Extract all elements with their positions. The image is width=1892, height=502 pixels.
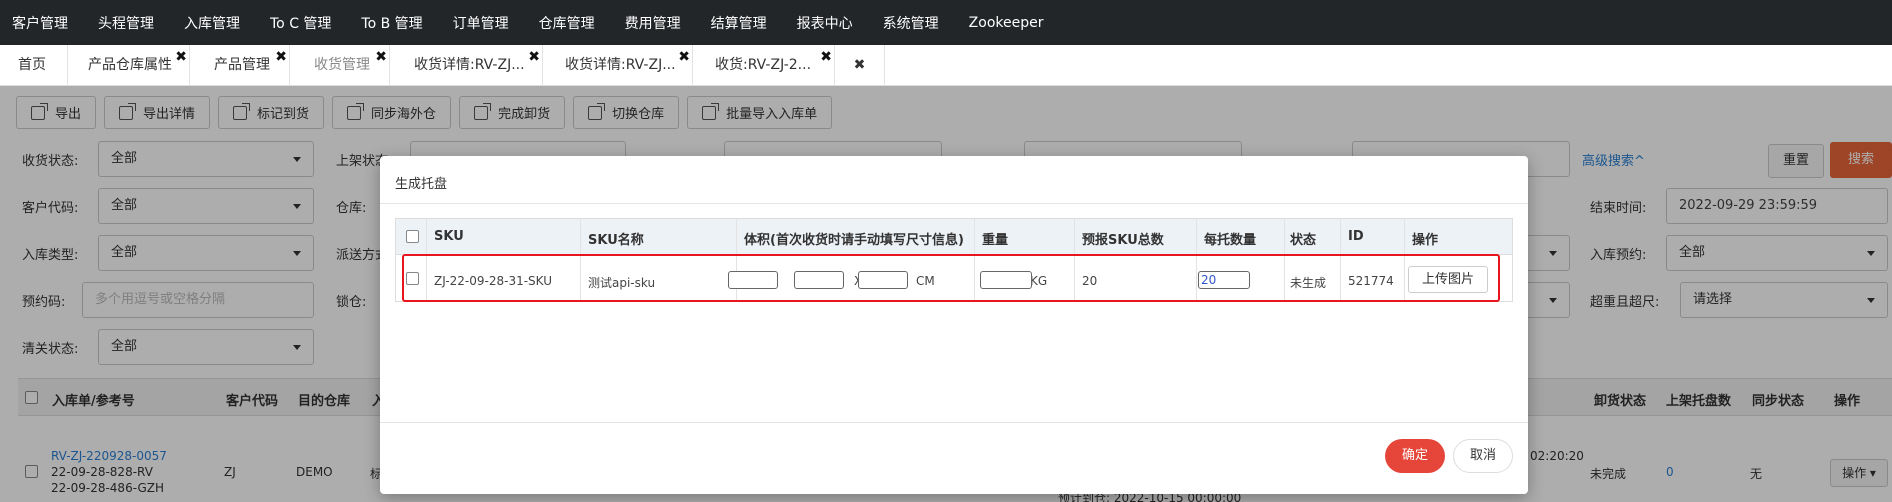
col-weight: 重量 xyxy=(982,233,1009,248)
col-per-pallet: 每托数量 xyxy=(1204,233,1257,248)
tab-receive-manage[interactable]: 收货管理 ✖ xyxy=(290,45,390,86)
tab-receive-detail-2[interactable]: 收货详情:RV-ZJ... ✖ xyxy=(543,45,693,86)
select-all-checkbox[interactable] xyxy=(406,230,419,243)
tab-label: 收货管理 xyxy=(314,57,370,73)
col-sku: SKU xyxy=(434,229,464,244)
close-icon[interactable]: ✖ xyxy=(175,37,187,78)
highlight-box xyxy=(402,254,1500,302)
nav-inbound[interactable]: 入库管理 xyxy=(184,13,240,33)
nav-first-leg[interactable]: 头程管理 xyxy=(98,13,154,33)
tab-label: 产品管理 xyxy=(214,57,270,73)
close-icon[interactable]: ✖ xyxy=(678,37,690,78)
col-volume: 体积(首次收货时请手动填写尺寸信息) xyxy=(744,233,964,248)
nav-settlement[interactable]: 结算管理 xyxy=(711,13,767,33)
close-icon[interactable]: ✖ xyxy=(375,37,387,78)
modal-title: 生成托盘 xyxy=(395,177,448,192)
tab-label: 收货:RV-ZJ-2... xyxy=(715,57,812,73)
generate-pallet-modal: 生成托盘 SKU SKU名称 体积(首次收货时请手动填写尺寸信息) 重量 预报S… xyxy=(380,156,1528,494)
tab-bar: 首页 产品仓库属性 ✖ 产品管理 ✖ 收货管理 ✖ 收货详情:RV-ZJ... ✖ 收货… xyxy=(0,45,1892,86)
nav-fees[interactable]: 费用管理 xyxy=(625,13,681,33)
modal-footer-divider xyxy=(380,422,1528,423)
col-operation: 操作 xyxy=(1412,233,1439,248)
tab-label: 收货详情:RV-ZJ... xyxy=(414,57,525,73)
nav-tob[interactable]: To B 管理 xyxy=(361,13,422,33)
col-status: 状态 xyxy=(1290,233,1317,248)
nav-reports[interactable]: 报表中心 xyxy=(797,13,853,33)
tab-home[interactable]: 首页 xyxy=(0,45,68,86)
cancel-button[interactable]: 取消 xyxy=(1453,439,1513,473)
close-icon[interactable]: ✖ xyxy=(275,37,287,78)
col-sku-name: SKU名称 xyxy=(588,233,644,248)
confirm-button[interactable]: 确定 xyxy=(1385,439,1445,473)
tab-label: 产品仓库属性 xyxy=(88,57,172,73)
tab-receive-detail-1[interactable]: 收货详情:RV-ZJ... ✖ xyxy=(390,45,543,86)
tab-receive[interactable]: 收货:RV-ZJ-2... ✖ xyxy=(693,45,835,86)
nav-orders[interactable]: 订单管理 xyxy=(453,13,509,33)
nav-customer[interactable]: 客户管理 xyxy=(12,13,68,33)
nav-toc[interactable]: To C 管理 xyxy=(270,13,331,33)
tab-product-manage[interactable]: 产品管理 ✖ xyxy=(190,45,290,86)
col-id: ID xyxy=(1348,229,1364,244)
nav-warehouse[interactable]: 仓库管理 xyxy=(539,13,595,33)
close-icon[interactable]: ✖ xyxy=(528,37,540,78)
tab-label: 收货详情:RV-ZJ... xyxy=(565,57,676,73)
tab-label: 首页 xyxy=(18,57,46,73)
close-icon[interactable]: ✖ xyxy=(820,37,832,78)
nav-zookeeper[interactable]: Zookeeper xyxy=(969,15,1044,31)
tab-product-warehouse-attr[interactable]: 产品仓库属性 ✖ xyxy=(68,45,190,86)
close-all-tabs-icon[interactable]: ✖ xyxy=(835,45,885,86)
nav-system[interactable]: 系统管理 xyxy=(883,13,939,33)
col-forecast-total: 预报SKU总数 xyxy=(1082,233,1164,248)
modal-header: 生成托盘 xyxy=(380,156,1528,204)
